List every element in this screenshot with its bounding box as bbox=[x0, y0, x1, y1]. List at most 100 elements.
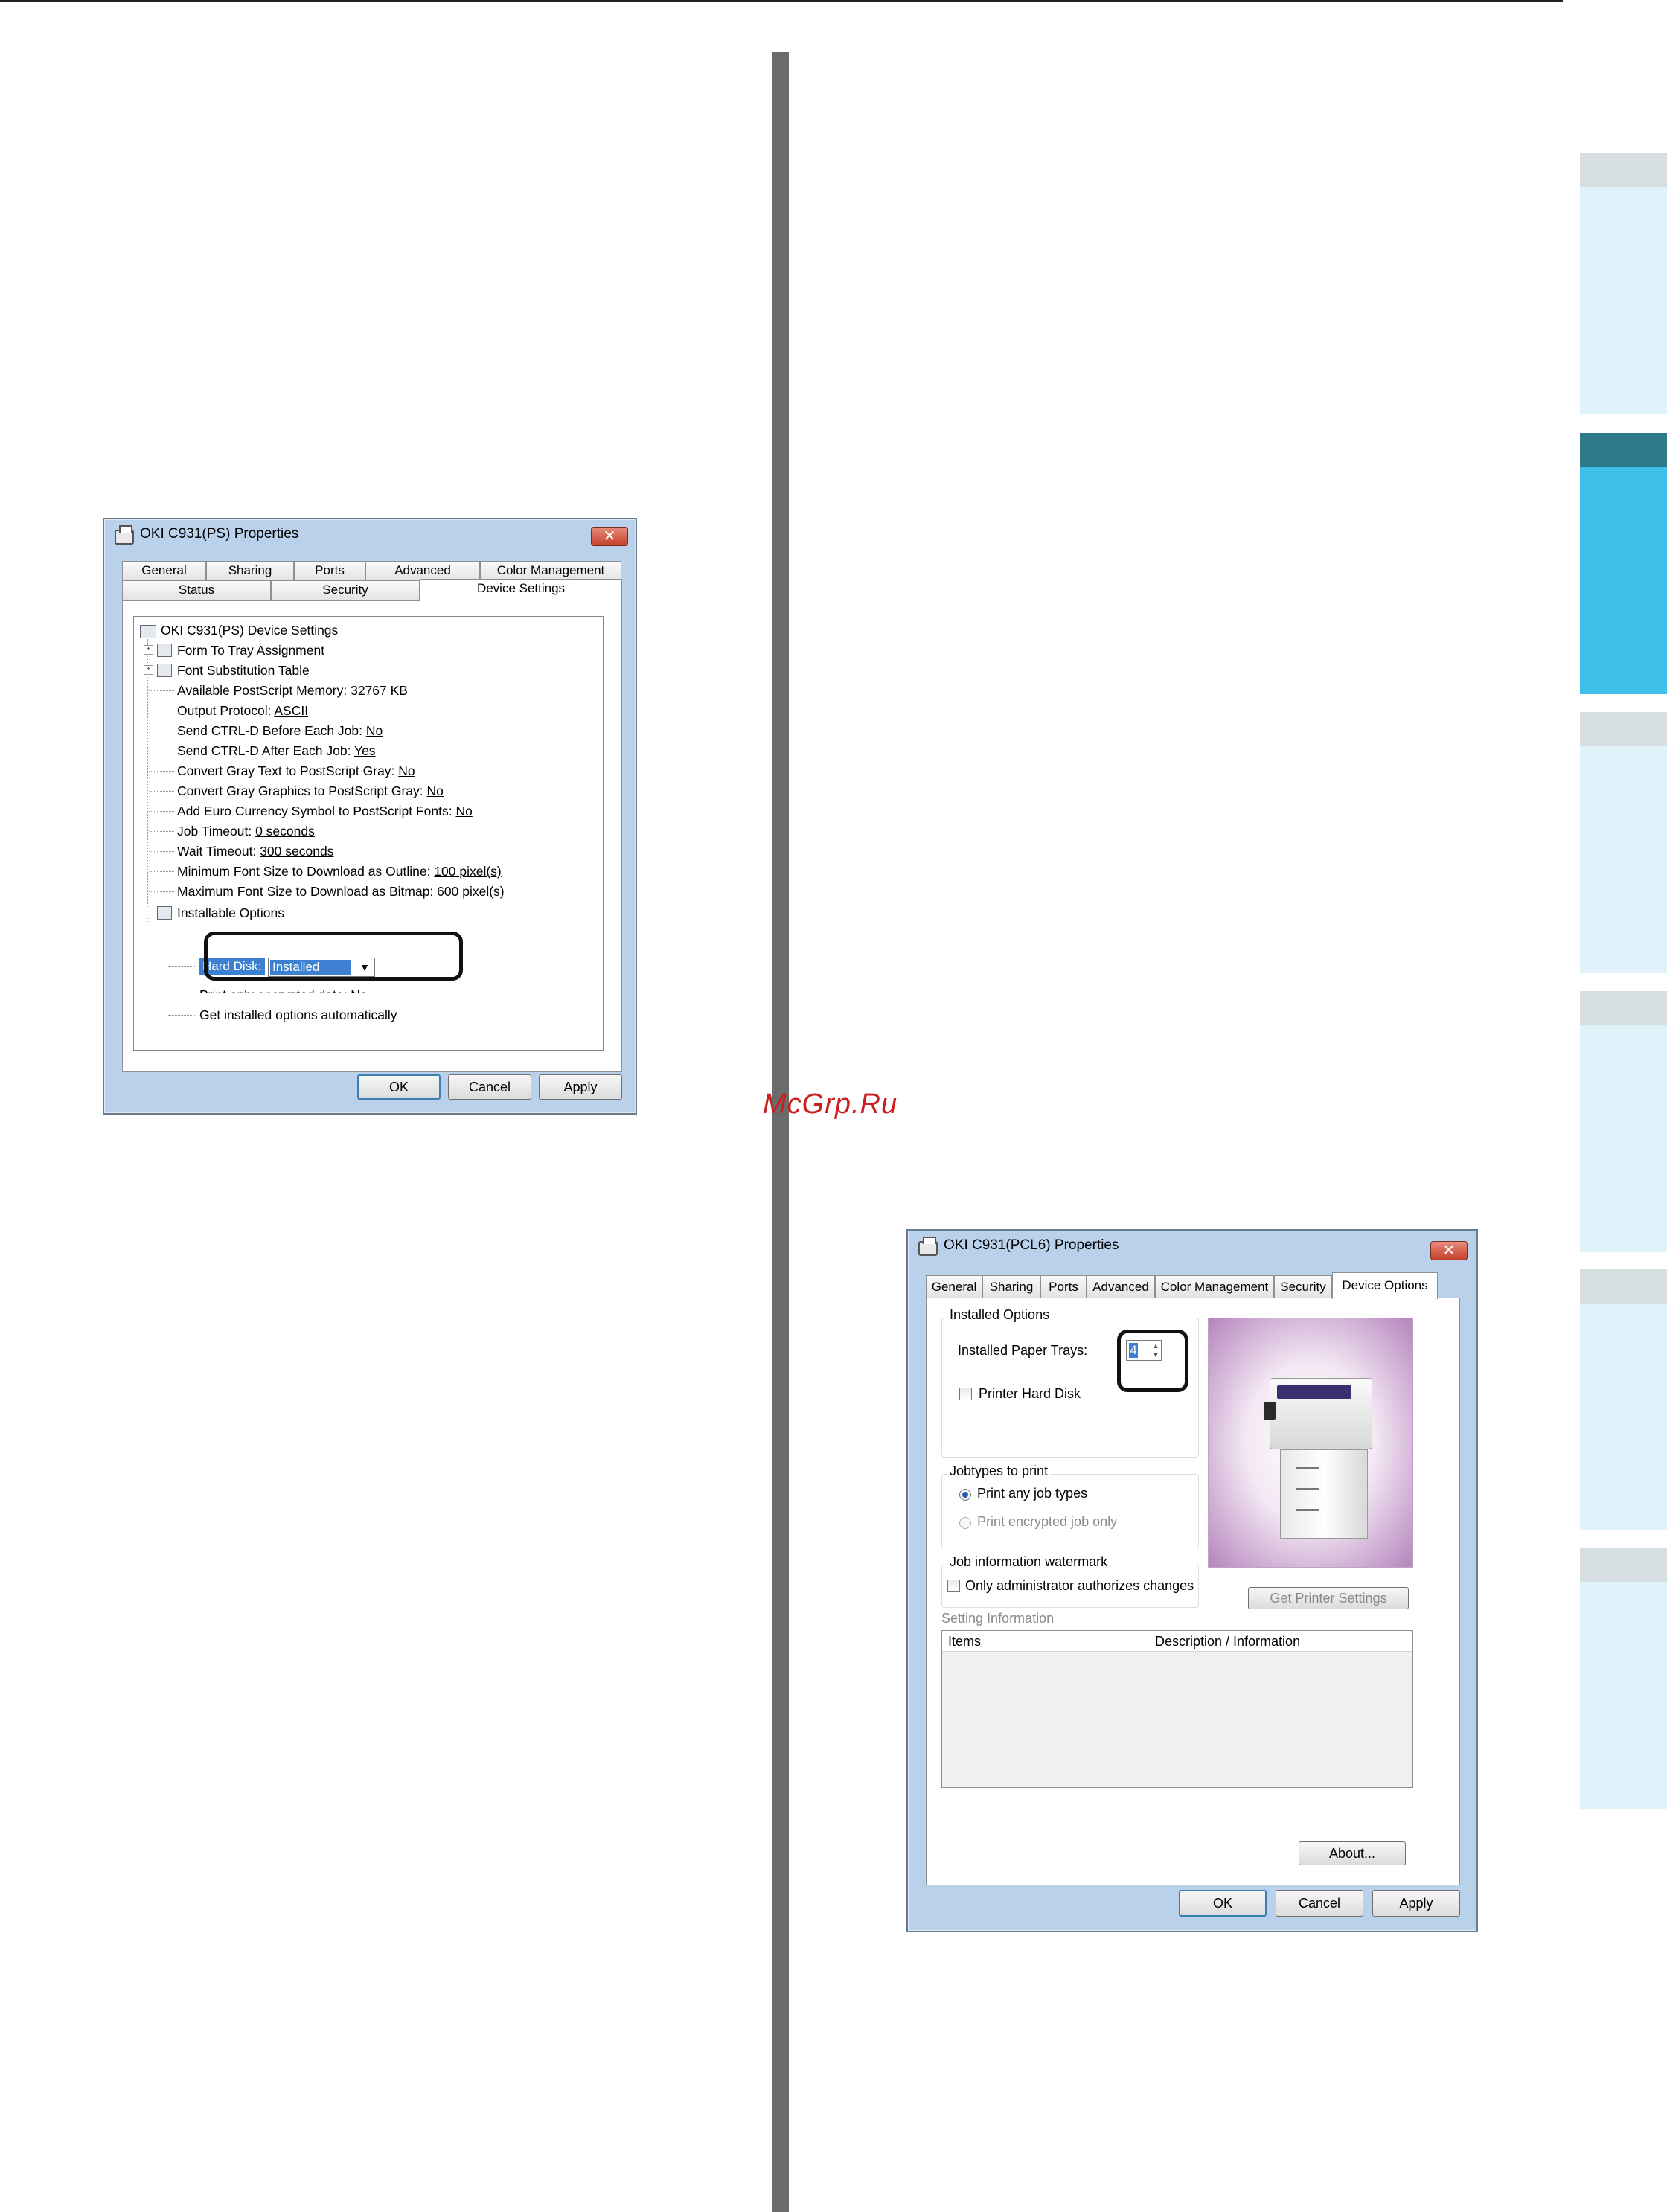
tray-handle bbox=[1296, 1509, 1319, 1511]
top-rule bbox=[0, 0, 1563, 2]
tree-item-postscript-memory[interactable]: Available PostScript Memory: 32767 KB bbox=[177, 682, 408, 699]
printer-trays bbox=[1280, 1449, 1368, 1539]
tree-guide bbox=[147, 639, 148, 922]
device-settings-tree[interactable]: OKI C931(PS) Device Settings + Form To T… bbox=[133, 616, 604, 1051]
tree-branch bbox=[149, 771, 174, 772]
paper-trays-label: Installed Paper Trays: bbox=[958, 1343, 1088, 1358]
ps-properties-window: OKI C931(PS) Properties ✕ General Sharin… bbox=[103, 518, 637, 1115]
tree-root[interactable]: OKI C931(PS) Device Settings bbox=[161, 621, 338, 639]
tree-branch bbox=[149, 791, 174, 792]
ps-cancel-button[interactable]: Cancel bbox=[448, 1074, 531, 1100]
highlight-callout bbox=[1117, 1330, 1188, 1392]
tree-branch bbox=[168, 1015, 196, 1016]
ps-tab-device-settings[interactable]: Device Settings bbox=[420, 579, 622, 603]
printer-tree-icon bbox=[140, 625, 156, 638]
printer-icon bbox=[115, 525, 134, 545]
expand-icon[interactable]: + bbox=[144, 665, 153, 675]
pcl6-apply-button[interactable]: Apply bbox=[1372, 1890, 1460, 1917]
ps-tab-color-management[interactable]: Color Management bbox=[480, 561, 621, 580]
print-any-radio[interactable] bbox=[959, 1489, 971, 1501]
table-header: Items Description / Information bbox=[942, 1631, 1412, 1652]
pcl6-tab-color-management[interactable]: Color Management bbox=[1155, 1275, 1274, 1298]
tree-item-wait-timeout[interactable]: Wait Timeout: 300 seconds bbox=[177, 842, 333, 860]
tree-branch bbox=[168, 966, 196, 967]
ps-tab-advanced[interactable]: Advanced bbox=[365, 561, 480, 580]
ps-tab-security[interactable]: Security bbox=[271, 580, 420, 600]
ps-tab-ports[interactable]: Ports bbox=[294, 561, 365, 580]
table-header-items[interactable]: Items bbox=[948, 1634, 981, 1650]
tree-item-get-options[interactable]: Get installed options automatically bbox=[199, 1006, 397, 1024]
options-icon bbox=[157, 906, 172, 920]
pcl6-cancel-button[interactable]: Cancel bbox=[1276, 1890, 1363, 1917]
about-button[interactable]: About... bbox=[1299, 1841, 1406, 1865]
pcl6-tab-security[interactable]: Security bbox=[1274, 1275, 1332, 1298]
tree-item-installable-options[interactable]: Installable Options bbox=[177, 904, 284, 922]
tree-item-ctrl-d-after[interactable]: Send CTRL-D After Each Job: Yes bbox=[177, 742, 376, 760]
tree-item-form-to-tray[interactable]: Form To Tray Assignment bbox=[177, 641, 324, 659]
tree-item-output-protocol[interactable]: Output Protocol: ASCII bbox=[177, 702, 308, 719]
tray-handle bbox=[1296, 1467, 1319, 1469]
font-table-icon bbox=[157, 664, 172, 677]
highlight-callout bbox=[204, 932, 463, 981]
column-divider bbox=[772, 52, 789, 2212]
tree-item-euro-symbol[interactable]: Add Euro Currency Symbol to PostScript F… bbox=[177, 802, 473, 820]
side-tab-6-head bbox=[1580, 1548, 1667, 1582]
tree-branch bbox=[149, 831, 174, 832]
pcl6-tab-device-options[interactable]: Device Options bbox=[1332, 1272, 1438, 1299]
pcl6-ok-button[interactable]: OK bbox=[1179, 1890, 1267, 1917]
tree-item-max-font-bitmap[interactable]: Maximum Font Size to Download as Bitmap:… bbox=[177, 882, 505, 900]
tree-branch bbox=[149, 871, 174, 872]
admin-authorizes-checkbox[interactable] bbox=[947, 1580, 960, 1592]
ps-close-button[interactable]: ✕ bbox=[591, 527, 628, 546]
side-tab-1-head bbox=[1580, 153, 1667, 187]
admin-authorizes-label: Only administrator authorizes changes bbox=[965, 1578, 1194, 1593]
ps-apply-button[interactable]: Apply bbox=[539, 1074, 622, 1100]
setting-information-table[interactable]: Items Description / Information bbox=[941, 1630, 1413, 1788]
ps-tab-general[interactable]: General bbox=[122, 561, 206, 580]
pcl6-tab-panel: Installed Options Installed Paper Trays:… bbox=[926, 1298, 1460, 1885]
printer-hard-disk-label: Printer Hard Disk bbox=[979, 1386, 1081, 1401]
tree-item-job-timeout[interactable]: Job Timeout: 0 seconds bbox=[177, 822, 315, 840]
pcl6-properties-window: OKI C931(PCL6) Properties ✕ General Shar… bbox=[906, 1229, 1478, 1932]
printer-image bbox=[1208, 1318, 1413, 1568]
form-tray-icon bbox=[157, 644, 172, 657]
watermark-text: McGrp.Ru bbox=[763, 1089, 898, 1120]
pcl6-close-button[interactable]: ✕ bbox=[1430, 1241, 1468, 1260]
ps-tab-panel: OKI C931(PS) Device Settings + Form To T… bbox=[122, 600, 622, 1072]
collapse-icon[interactable]: − bbox=[144, 908, 153, 917]
installed-options-label: Installed Options bbox=[947, 1307, 1052, 1323]
tree-item-min-font-outline[interactable]: Minimum Font Size to Download as Outline… bbox=[177, 862, 502, 880]
pcl6-tab-advanced[interactable]: Advanced bbox=[1087, 1275, 1155, 1298]
table-header-description[interactable]: Description / Information bbox=[1155, 1634, 1300, 1650]
tree-item-font-substitution[interactable]: Font Substitution Table bbox=[177, 661, 310, 679]
tree-item-gray-text[interactable]: Convert Gray Text to PostScript Gray: No bbox=[177, 762, 415, 780]
tree-item-gray-graphics[interactable]: Convert Gray Graphics to PostScript Gray… bbox=[177, 782, 444, 800]
jobtypes-group bbox=[941, 1474, 1199, 1548]
side-tab-2-active bbox=[1580, 467, 1667, 694]
tree-branch bbox=[149, 851, 174, 852]
get-printer-settings-button[interactable]: Get Printer Settings bbox=[1248, 1587, 1409, 1609]
ps-ok-button[interactable]: OK bbox=[357, 1074, 441, 1100]
ps-tab-status[interactable]: Status bbox=[122, 580, 271, 600]
pcl6-tab-sharing[interactable]: Sharing bbox=[982, 1275, 1040, 1298]
printer-output-slot bbox=[1277, 1385, 1351, 1399]
expand-icon[interactable]: + bbox=[144, 645, 153, 655]
tray-handle bbox=[1296, 1488, 1319, 1490]
ps-title-bar: OKI C931(PS) Properties bbox=[104, 519, 636, 552]
print-encrypted-radio[interactable] bbox=[959, 1517, 971, 1529]
side-tab-3-head bbox=[1580, 712, 1667, 746]
tree-branch bbox=[149, 891, 174, 892]
pcl6-tab-ports[interactable]: Ports bbox=[1040, 1275, 1087, 1298]
printer-icon bbox=[918, 1237, 938, 1256]
tree-item-ctrl-d-before[interactable]: Send CTRL-D Before Each Job: No bbox=[177, 722, 383, 740]
pcl6-title-bar: OKI C931(PCL6) Properties bbox=[908, 1231, 1476, 1263]
hard-disk-checkbox[interactable] bbox=[959, 1388, 972, 1400]
side-tab-2-head bbox=[1580, 433, 1667, 467]
ps-tab-sharing[interactable]: Sharing bbox=[206, 561, 294, 580]
tree-item-partial: Print only encrypted data: No bbox=[199, 986, 368, 993]
pcl6-tab-general[interactable]: General bbox=[926, 1275, 982, 1298]
tree-branch bbox=[149, 690, 174, 691]
side-tab-4 bbox=[1580, 1025, 1667, 1252]
jobtypes-label: Jobtypes to print bbox=[947, 1464, 1051, 1479]
setting-information-label: Setting Information bbox=[941, 1611, 1055, 1626]
